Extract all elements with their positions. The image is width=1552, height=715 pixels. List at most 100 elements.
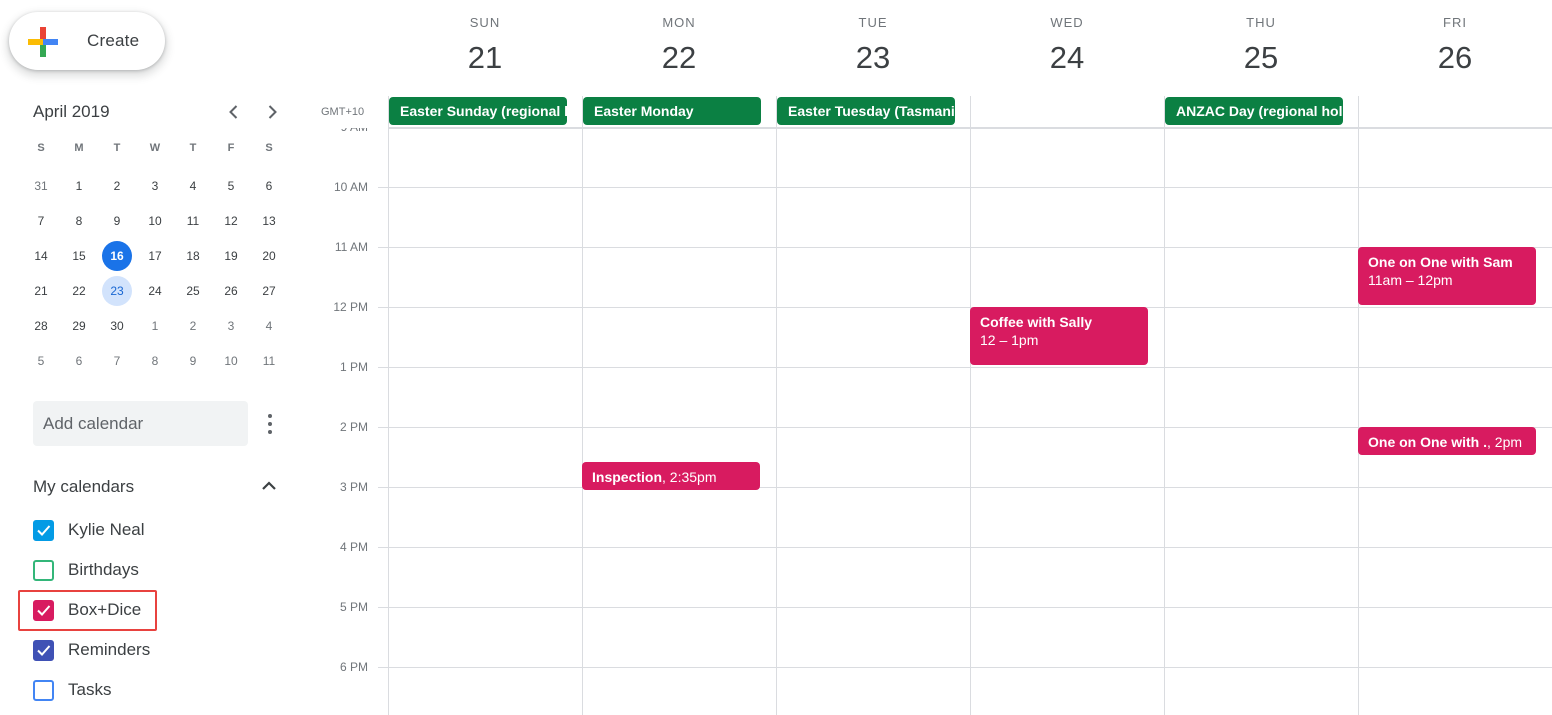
add-calendar-field: [33, 401, 248, 446]
day-number: 25: [1243, 40, 1279, 75]
day-header-sun[interactable]: SUN 21: [388, 0, 582, 96]
event-title: One on One with Sam: [1368, 254, 1513, 270]
calendar-event[interactable]: Coffee with Sally 12 – 1pm: [970, 307, 1148, 365]
mini-day[interactable]: 19: [212, 238, 250, 273]
calendar-item-tasks[interactable]: Tasks: [33, 675, 273, 705]
mini-day[interactable]: 9: [174, 343, 212, 378]
next-month-button[interactable]: [258, 98, 286, 126]
weekday-label: F: [227, 142, 235, 154]
more-options-button[interactable]: [258, 410, 282, 438]
add-calendar-input[interactable]: [33, 401, 248, 446]
my-calendars-header[interactable]: My calendars: [33, 472, 288, 500]
calendar-event[interactable]: One on One with ., 2pm: [1358, 427, 1536, 455]
chevron-right-icon: [268, 105, 277, 119]
mini-day[interactable]: 4: [250, 308, 288, 343]
mini-day[interactable]: 21: [22, 273, 60, 308]
mini-day-number: 11: [186, 213, 200, 228]
mini-day[interactable]: 30: [98, 308, 136, 343]
mini-day[interactable]: 18: [174, 238, 212, 273]
mini-day[interactable]: 7: [98, 343, 136, 378]
chevron-left-icon: [229, 105, 238, 119]
mini-day[interactable]: 29: [60, 308, 98, 343]
mini-day-number: 7: [37, 213, 45, 228]
mini-day[interactable]: 8: [60, 203, 98, 238]
day-header-wed[interactable]: WED 24: [970, 0, 1164, 96]
mini-day[interactable]: 2: [174, 308, 212, 343]
mini-day[interactable]: 1: [136, 308, 174, 343]
mini-day[interactable]: 13: [250, 203, 288, 238]
mini-day[interactable]: 26: [212, 273, 250, 308]
mini-day-number: 4: [189, 178, 197, 193]
previous-month-button[interactable]: [220, 98, 248, 126]
weekday-label: T: [189, 142, 197, 154]
all-day-event[interactable]: Easter Monday: [583, 97, 761, 125]
day-of-week: SUN: [469, 15, 501, 30]
calendar-checkbox[interactable]: [33, 560, 54, 581]
mini-day[interactable]: 5: [212, 168, 250, 203]
mini-day-number: 10: [148, 213, 162, 228]
day-header-mon[interactable]: MON 22: [582, 0, 776, 96]
mini-day[interactable]: 20: [250, 238, 288, 273]
calendar-event[interactable]: One on One with Sam 11am – 12pm: [1358, 247, 1536, 305]
day-of-week: MON: [662, 15, 696, 30]
mini-day-number: 6: [75, 353, 83, 368]
create-button[interactable]: Create: [9, 12, 165, 70]
calendar-checkbox[interactable]: [33, 520, 54, 541]
mini-day-selected[interactable]: 23: [98, 273, 136, 308]
mini-day-number: 31: [34, 178, 48, 193]
mini-day[interactable]: 6: [60, 343, 98, 378]
mini-day[interactable]: 12: [212, 203, 250, 238]
mini-day[interactable]: 11: [250, 343, 288, 378]
hour-gridline: [378, 487, 1552, 488]
hour-label: 12 PM: [333, 300, 368, 314]
day-header-thu[interactable]: THU 25: [1164, 0, 1358, 96]
mini-day[interactable]: 27: [250, 273, 288, 308]
all-day-event[interactable]: Easter Sunday (regional holiday): [389, 97, 567, 125]
mini-day-number: 10: [224, 353, 238, 368]
mini-day-number: 9: [189, 353, 197, 368]
all-day-event[interactable]: ANZAC Day (regional holiday): [1165, 97, 1343, 125]
hour-gridline: [378, 667, 1552, 668]
mini-day[interactable]: 5: [22, 343, 60, 378]
mini-day[interactable]: 3: [212, 308, 250, 343]
mini-day-number: 9: [113, 213, 121, 228]
check-icon: [37, 605, 51, 616]
mini-day[interactable]: 2: [98, 168, 136, 203]
day-header-tue[interactable]: TUE 23: [776, 0, 970, 96]
mini-day-today[interactable]: 16: [98, 238, 136, 273]
mini-day[interactable]: 11: [174, 203, 212, 238]
mini-calendar-week: 5 6 7 8 9 10 11: [22, 343, 288, 378]
calendar-item-reminders[interactable]: Reminders: [33, 635, 273, 665]
mini-day[interactable]: 10: [136, 203, 174, 238]
mini-day[interactable]: 3: [136, 168, 174, 203]
all-day-event[interactable]: Easter Tuesday (Tasmania): [777, 97, 955, 125]
mini-day[interactable]: 6: [250, 168, 288, 203]
mini-day[interactable]: 14: [22, 238, 60, 273]
mini-day[interactable]: 25: [174, 273, 212, 308]
mini-day[interactable]: 24: [136, 273, 174, 308]
calendar-checkbox[interactable]: [33, 600, 54, 621]
calendar-item-kylie-neal[interactable]: Kylie Neal: [33, 515, 273, 545]
mini-day[interactable]: 4: [174, 168, 212, 203]
mini-day[interactable]: 31: [22, 168, 60, 203]
hour-gridline: [378, 607, 1552, 608]
calendar-item-box-dice[interactable]: Box+Dice: [33, 595, 273, 625]
day-header-fri[interactable]: FRI 26: [1358, 0, 1552, 96]
calendar-checkbox[interactable]: [33, 640, 54, 661]
mini-day-number: 4: [265, 318, 273, 333]
calendar-event[interactable]: Inspection, 2:35pm: [582, 461, 760, 490]
mini-calendar-week: 31 1 2 3 4 5 6: [22, 168, 288, 203]
mini-day[interactable]: 10: [212, 343, 250, 378]
mini-day[interactable]: 28: [22, 308, 60, 343]
mini-day[interactable]: 15: [60, 238, 98, 273]
calendar-item-birthdays[interactable]: Birthdays: [33, 555, 273, 585]
mini-day[interactable]: 1: [60, 168, 98, 203]
calendar-checkbox[interactable]: [33, 680, 54, 701]
mini-day[interactable]: 17: [136, 238, 174, 273]
mini-day[interactable]: 9: [98, 203, 136, 238]
weekday-label: T: [113, 142, 121, 154]
mini-day[interactable]: 8: [136, 343, 174, 378]
mini-day[interactable]: 22: [60, 273, 98, 308]
weekday-label: W: [149, 142, 161, 154]
mini-day[interactable]: 7: [22, 203, 60, 238]
